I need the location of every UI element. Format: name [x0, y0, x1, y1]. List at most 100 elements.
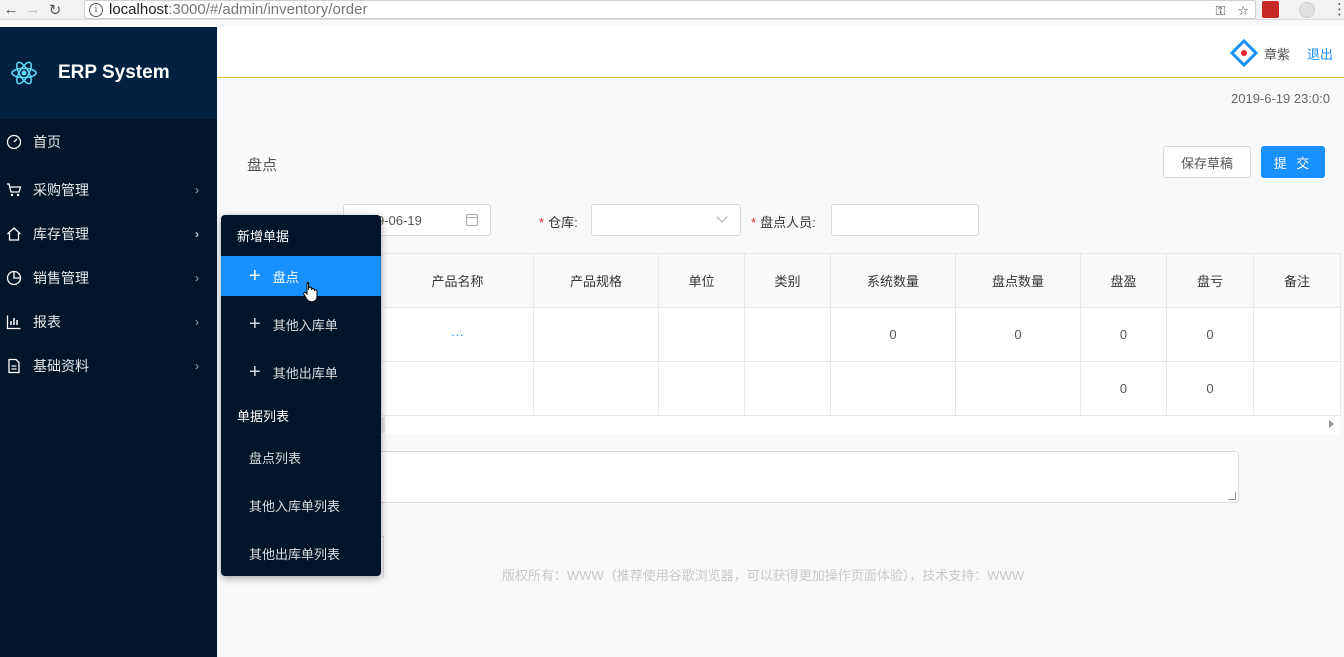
back-icon[interactable]: ← — [0, 0, 22, 20]
sidebar-item-label: 报表 — [33, 314, 61, 330]
remark-textarea[interactable] — [381, 451, 1239, 503]
logo-area: ERP System — [0, 27, 217, 119]
submenu-item-other-inbound[interactable]: + 其他入库单 — [221, 304, 381, 344]
table-horizontal-scrollbar[interactable] — [381, 416, 1340, 434]
chevron-right-icon: › — [195, 227, 199, 241]
sidebar-item-inventory[interactable]: 库存管理 › — [0, 214, 217, 254]
table-cell — [955, 361, 1081, 416]
column-header: 备注 — [1253, 253, 1341, 308]
table-cell: 0 — [1166, 307, 1254, 362]
table-cell: 0 — [830, 307, 956, 362]
submenu-item-label: 其他出库单 — [272, 365, 338, 381]
inventory-table: 产品名称 产品规格 单位 类别 系统数量 盘点数量 盘盈 盘亏 备注 ··· 0… — [381, 253, 1341, 416]
submenu-item-label: 其他出库单列表 — [249, 546, 341, 562]
browser-menu-icon[interactable]: ⋮ — [1332, 0, 1344, 18]
person-input[interactable] — [831, 204, 979, 236]
chevron-down-icon — [716, 211, 728, 223]
warehouse-label: * 仓库: — [539, 215, 578, 230]
sidebar-item-purchase[interactable]: 采购管理 › — [0, 170, 217, 210]
plus-icon: + — [249, 313, 261, 335]
table-cell: 0 — [1080, 361, 1167, 416]
table-row: 0 0 — [381, 361, 1341, 416]
resize-handle-icon[interactable] — [1228, 492, 1236, 500]
table-cell: 0 — [1166, 361, 1254, 416]
home-icon — [5, 225, 23, 243]
scroll-right-arrow-icon[interactable] — [1329, 420, 1334, 428]
star-icon[interactable]: ☆ — [1237, 3, 1249, 19]
chevron-right-icon: › — [195, 315, 199, 329]
scrollbar-thumb[interactable] — [381, 417, 385, 433]
submenu-item-stocktake-list[interactable]: 盘点列表 — [221, 437, 381, 477]
react-logo-icon — [11, 61, 37, 85]
sidebar-item-reports[interactable]: 报表 › — [0, 302, 217, 342]
url-text: localhost:3000/#/admin/inventory/order — [109, 1, 368, 18]
plus-icon: + — [249, 265, 261, 287]
app-title: ERP System — [58, 62, 170, 83]
table-cell — [830, 361, 956, 416]
info-icon[interactable]: i — [89, 2, 103, 17]
submenu-item-label: 盘点 — [272, 269, 299, 285]
sidebar-item-basic-data[interactable]: 基础资料 › — [0, 346, 217, 386]
top-header: 章紫 退出 — [217, 27, 1344, 78]
table-row: ··· 0 0 0 0 — [381, 307, 1341, 362]
sidebar-item-label: 基础资料 — [33, 358, 89, 374]
column-header: 盘点数量 — [955, 253, 1081, 308]
submenu-item-other-outbound[interactable]: + 其他出库单 — [221, 352, 381, 392]
table-header-row: 产品名称 产品规格 单位 类别 系统数量 盘点数量 盘盈 盘亏 备注 — [381, 253, 1341, 308]
hand-cursor-icon — [303, 282, 318, 303]
inventory-submenu: 新增单据 + 盘点 + 其他入库单 + 其他出库单 单据列表 盘点列表 其他入库… — [221, 215, 381, 576]
key-icon[interactable]: ⚿ — [1215, 3, 1225, 19]
page-title: 盘点 — [247, 157, 278, 174]
submenu-item-other-inbound-list[interactable]: 其他入库单列表 — [221, 485, 381, 525]
column-header: 盘盈 — [1080, 253, 1167, 308]
column-header: 类别 — [744, 253, 831, 308]
forward-icon[interactable]: → — [22, 0, 44, 20]
column-header: 单位 — [658, 253, 745, 308]
table-cell — [1253, 361, 1341, 416]
sidebar-item-label: 库存管理 — [33, 226, 89, 242]
submit-button[interactable]: 提 交 — [1261, 146, 1325, 178]
table-cell[interactable] — [1253, 307, 1341, 362]
sidebar-item-label: 首页 — [33, 134, 61, 150]
user-name: 章紫 — [1264, 47, 1291, 62]
warehouse-select[interactable] — [591, 204, 741, 236]
column-header: 盘亏 — [1166, 253, 1254, 308]
extension-icon[interactable] — [1262, 1, 1279, 18]
table-cell — [533, 307, 659, 362]
column-header: 产品名称 — [381, 253, 534, 308]
submenu-item-label: 盘点列表 — [249, 450, 302, 466]
chevron-right-icon: › — [195, 183, 199, 197]
table-cell — [658, 307, 745, 362]
sidebar-item-sales[interactable]: 销售管理 › — [0, 258, 217, 298]
address-bar[interactable]: i localhost:3000/#/admin/inventory/order… — [84, 0, 1256, 19]
reload-icon[interactable]: ↻ — [44, 0, 66, 20]
cart-icon — [5, 181, 23, 199]
sidebar-item-home[interactable]: 首页 — [0, 122, 217, 162]
table-cell[interactable]: 0 — [955, 307, 1081, 362]
column-header: 系统数量 — [830, 253, 956, 308]
submenu-item-stocktake[interactable]: + 盘点 — [221, 256, 381, 296]
table-cell — [744, 307, 831, 362]
submenu-item-label: 其他入库单列表 — [249, 498, 341, 514]
table-cell — [381, 361, 534, 416]
user-avatar-icon — [1230, 39, 1258, 67]
logout-link[interactable]: 退出 — [1307, 44, 1333, 63]
submenu-item-other-outbound-list[interactable]: 其他出库单列表 — [221, 533, 381, 573]
calendar-icon — [466, 214, 478, 226]
table-cell — [533, 361, 659, 416]
table-cell — [658, 361, 745, 416]
extension-icon-2[interactable] — [1299, 1, 1315, 18]
footer-text: 版权所有：WWW（推荐使用谷歌浏览器，可以获得更加操作页面体验），技术支持：WW… — [502, 568, 1025, 583]
submenu-item-label: 其他入库单 — [272, 317, 338, 333]
product-picker-link[interactable]: ··· — [381, 307, 534, 362]
chevron-right-icon: › — [195, 359, 199, 373]
dashboard-icon — [5, 133, 23, 151]
sidebar-item-label: 采购管理 — [33, 182, 89, 198]
bar-chart-icon — [5, 313, 23, 331]
attachment-box — [381, 536, 384, 578]
timestamp: 2019-6-19 23:0:0 — [1231, 91, 1331, 106]
chevron-right-icon: › — [195, 271, 199, 285]
sidebar-item-label: 销售管理 — [33, 270, 89, 286]
save-draft-button[interactable]: 保存草稿 — [1163, 146, 1251, 178]
file-text-icon — [5, 357, 23, 375]
